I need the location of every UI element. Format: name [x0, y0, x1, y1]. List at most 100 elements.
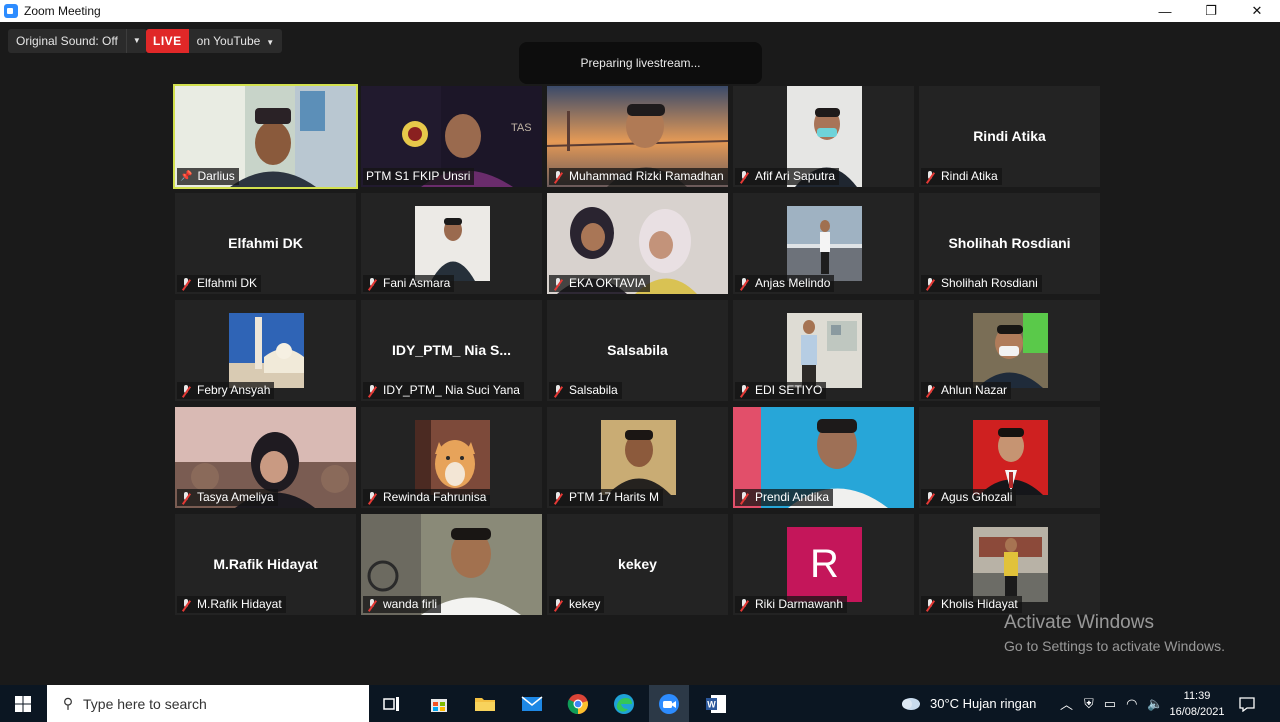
participant-name: Rindi Atika — [941, 169, 998, 183]
participant-tile[interactable]: Elfahmi DK Elfahmi DK — [175, 193, 356, 294]
participant-tile[interactable]: Prendi Andika — [733, 407, 914, 508]
muted-mic-icon — [366, 598, 378, 611]
participant-tile[interactable]: TAS PTM S1 FKIP Unsri — [361, 86, 542, 187]
participant-tile[interactable]: R Riki Darmawanh — [733, 514, 914, 615]
participant-tile[interactable]: IDY_PTM_ Nia S... IDY_PTM_ Nia Suci Yana — [361, 300, 542, 401]
file-explorer-button[interactable] — [465, 685, 505, 722]
clock-date: 16/08/2021 — [1169, 706, 1225, 718]
muted-mic-icon — [552, 598, 564, 611]
muted-mic-icon — [552, 491, 564, 504]
participant-name: Ahlun Nazar — [941, 383, 1008, 397]
volume-icon[interactable]: 🔈 — [1147, 696, 1163, 712]
participant-tile[interactable]: Fani Asmara — [361, 193, 542, 294]
start-button[interactable] — [0, 685, 46, 722]
muted-mic-icon — [180, 598, 192, 611]
mail-app-button[interactable] — [512, 685, 552, 722]
participant-name: IDY_PTM_ Nia Suci Yana — [383, 383, 520, 397]
participant-tile[interactable]: PTM 17 Harits M — [547, 407, 728, 508]
participant-tile[interactable]: Tasya Ameliya — [175, 407, 356, 508]
security-icon[interactable]: ⛨ — [1084, 696, 1094, 712]
participant-video — [973, 313, 1048, 388]
edge-app-button[interactable] — [604, 685, 644, 722]
task-view-button[interactable] — [372, 685, 412, 722]
participant-tile[interactable]: kekey kekey — [547, 514, 728, 615]
participant-name: PTM S1 FKIP Unsri — [366, 169, 471, 183]
participant-name-tag: Fani Asmara — [363, 275, 455, 292]
taskbar-clock[interactable]: 11:39 16/08/2021 — [1168, 688, 1226, 720]
participant-tile[interactable]: Rewinda Fahrunisa — [361, 407, 542, 508]
window-title: Zoom Meeting — [24, 4, 101, 18]
word-app-button[interactable]: W — [696, 685, 736, 722]
participant-tile[interactable]: Sholihah Rosdiani Sholihah Rosdiani — [919, 193, 1100, 294]
zoom-icon — [659, 693, 679, 714]
pin-icon: 📌 — [180, 171, 193, 182]
participant-name-display: kekey — [618, 556, 657, 572]
participant-tile[interactable]: Afif Ari Saputra — [733, 86, 914, 187]
restore-button[interactable]: ❐ — [1188, 0, 1234, 22]
search-placeholder: Type here to search — [83, 695, 207, 712]
participant-name: Rewinda Fahrunisa — [383, 490, 487, 504]
participant-tile[interactable]: Muhammad Rizki Ramadhan — [547, 86, 728, 187]
minimize-button[interactable]: — — [1142, 0, 1188, 22]
system-tray: ︿ ⛨ ▭ ◠ 🔈 — [1054, 685, 1169, 722]
window-controls: — ❐ ✕ — [1142, 0, 1280, 22]
close-button[interactable]: ✕ — [1234, 0, 1280, 22]
edge-icon — [614, 693, 634, 714]
zoom-app-button[interactable] — [649, 685, 689, 722]
participant-name-tag: EKA OKTAVIA — [549, 275, 650, 292]
participant-name-tag: Rindi Atika — [921, 168, 1002, 185]
participant-tile[interactable]: Febry Ansyah — [175, 300, 356, 401]
weather-widget[interactable]: 30°C Hujan ringan — [900, 685, 1036, 722]
participant-tile[interactable]: 📌 Darlius — [173, 84, 358, 189]
participant-tile[interactable]: wanda firli — [361, 514, 542, 615]
participant-tile[interactable]: Rindi Atika Rindi Atika — [919, 86, 1100, 187]
participant-name: Darlius — [197, 169, 235, 183]
participant-tile[interactable]: Ahlun Nazar — [919, 300, 1100, 401]
participant-tile[interactable]: Anjas Melindo — [733, 193, 914, 294]
participant-tile[interactable]: Agus Ghozali — [919, 407, 1100, 508]
chrome-app-button[interactable] — [558, 685, 598, 722]
participant-name-tag: Sholihah Rosdiani — [921, 275, 1042, 292]
taskbar-search[interactable]: ⚲ Type here to search — [47, 685, 369, 722]
participant-tile[interactable]: M.Rafik Hidayat M.Rafik Hidayat — [175, 514, 356, 615]
participant-name-tag: 📌 Darlius — [177, 168, 239, 185]
muted-mic-icon — [738, 384, 750, 397]
participant-name-display: Rindi Atika — [973, 128, 1046, 144]
participant-name-tag: Prendi Andika — [735, 489, 834, 506]
wifi-icon[interactable]: ◠ — [1126, 696, 1137, 712]
windows-logo-icon — [15, 695, 31, 712]
show-hidden-icons-icon[interactable]: ︿ — [1060, 694, 1073, 713]
original-sound-dropdown-icon[interactable]: ▼ — [127, 29, 147, 53]
original-sound-button[interactable]: Original Sound: Off — [8, 29, 127, 53]
store-app-button[interactable] — [419, 685, 459, 722]
participant-tile[interactable]: EDI SETIYO — [733, 300, 914, 401]
notification-icon — [1239, 696, 1255, 712]
participant-video — [787, 313, 862, 388]
notifications-button[interactable] — [1238, 685, 1256, 722]
participant-tile[interactable]: Salsabila Salsabila — [547, 300, 728, 401]
participant-tile[interactable]: Kholis Hidayat — [919, 514, 1100, 615]
battery-icon[interactable]: ▭ — [1104, 696, 1116, 712]
muted-mic-icon — [366, 491, 378, 504]
windows-taskbar: ⚲ Type here to search W 30°C Hujan ringa… — [0, 685, 1280, 722]
zoom-meeting-window: Zoom Meeting — ❐ ✕ Original Sound: Off ▼… — [0, 0, 1280, 722]
participant-name: PTM 17 Harits M — [569, 490, 660, 504]
search-icon: ⚲ — [62, 695, 74, 711]
participant-name-tag: Riki Darmawanh — [735, 596, 848, 613]
muted-mic-icon — [366, 384, 378, 397]
muted-mic-icon — [180, 277, 192, 290]
participant-name-tag: kekey — [549, 596, 605, 613]
watermark-title: Activate Windows — [1004, 612, 1154, 633]
participant-name: EKA OKTAVIA — [569, 276, 646, 290]
participant-name: M.Rafik Hidayat — [197, 597, 282, 611]
live-target-dropdown[interactable]: on YouTube ▼ — [189, 29, 283, 53]
participant-avatar: R — [787, 527, 862, 602]
participant-name: Tasya Ameliya — [197, 490, 274, 504]
zoom-app-icon — [4, 4, 18, 18]
live-target-label: on YouTube — [196, 34, 261, 48]
participant-tile[interactable]: EKA OKTAVIA — [547, 193, 728, 294]
participant-name-tag: Elfahmi DK — [177, 275, 262, 292]
store-icon — [431, 698, 447, 712]
muted-mic-icon — [180, 384, 192, 397]
muted-mic-icon — [552, 170, 564, 183]
